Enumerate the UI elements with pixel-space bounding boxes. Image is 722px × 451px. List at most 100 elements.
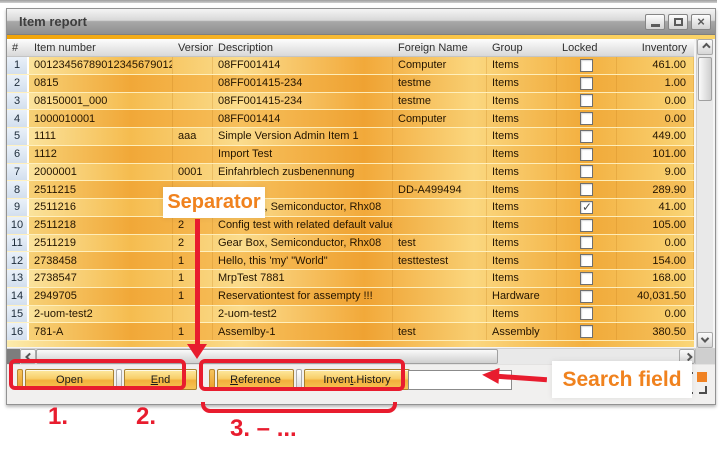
description-cell[interactable]: Import Test [213, 146, 393, 163]
item-number-cell[interactable]: 2511218 [29, 217, 173, 234]
inventory-cell[interactable]: 105.00 [617, 217, 694, 234]
row-number-cell[interactable]: 9 [7, 199, 29, 216]
row-number-cell[interactable]: 14 [7, 288, 29, 305]
foreign-name-cell[interactable]: testtestest [393, 252, 487, 269]
group-cell[interactable]: Items [487, 146, 557, 163]
table-row[interactable]: 15 2-uom-test2 2-uom-test2 Items 0.00 [7, 306, 694, 324]
inventory-cell[interactable]: 0.00 [617, 235, 694, 252]
description-cell[interactable]: 08FF001414 [213, 110, 393, 127]
vertical-scroll-thumb[interactable] [698, 57, 712, 101]
row-number-cell[interactable]: 11 [7, 235, 29, 252]
table-row[interactable]: 4 1000010001 08FF001414 Computer Items 0… [7, 110, 694, 128]
col-header-description[interactable]: Description [213, 39, 393, 56]
row-number-cell[interactable]: 5 [7, 128, 29, 145]
group-cell[interactable]: Items [487, 164, 557, 181]
locked-checkbox[interactable] [580, 290, 593, 303]
row-number-cell[interactable]: 3 [7, 93, 29, 110]
group-cell[interactable]: Items [487, 270, 557, 287]
group-cell[interactable]: Items [487, 75, 557, 92]
version-cell[interactable]: 2 [173, 217, 213, 234]
inventory-cell[interactable]: 101.00 [617, 146, 694, 163]
group-cell[interactable]: Items [487, 181, 557, 198]
description-cell[interactable]: 08FF001415-234 [213, 93, 393, 110]
foreign-name-cell[interactable]: testme [393, 75, 487, 92]
locked-checkbox[interactable] [580, 112, 593, 125]
description-cell[interactable]: Config test with related default values [213, 217, 393, 234]
col-header-version[interactable]: Version [173, 39, 213, 56]
foreign-name-cell[interactable] [393, 128, 487, 145]
row-number-cell[interactable]: 6 [7, 146, 29, 163]
table-row[interactable]: 11 2511219 2 Gear Box, Semiconductor, Rh… [7, 235, 694, 253]
foreign-name-cell[interactable] [393, 146, 487, 163]
item-number-cell[interactable]: 2511215 [29, 181, 173, 198]
locked-checkbox[interactable] [580, 130, 593, 143]
inventory-cell[interactable]: 0.00 [617, 306, 694, 323]
locked-checkbox[interactable] [580, 165, 593, 178]
col-header-inventory[interactable]: Inventory [617, 39, 694, 56]
locked-checkbox[interactable] [580, 183, 593, 196]
item-number-cell[interactable]: 781-A [29, 323, 173, 340]
minimize-button[interactable] [645, 14, 665, 30]
description-cell[interactable]: Simple Version Admin Item 1 [213, 128, 393, 145]
item-number-cell[interactable]: 1000010001 [29, 110, 173, 127]
item-number-cell[interactable]: 2511219 [29, 235, 173, 252]
foreign-name-cell[interactable]: DD-A499494 [393, 181, 487, 198]
col-header-index[interactable]: # [7, 39, 29, 56]
row-number-cell[interactable]: 10 [7, 217, 29, 234]
group-cell[interactable]: Items [487, 110, 557, 127]
table-row[interactable]: 5 1111 aaa Simple Version Admin Item 1 I… [7, 128, 694, 146]
locked-checkbox[interactable] [580, 77, 593, 90]
col-header-foreign-name[interactable]: Foreign Name [393, 39, 487, 56]
row-number-cell[interactable]: 12 [7, 252, 29, 269]
description-cell[interactable]: 08FF001415-234 [213, 75, 393, 92]
item-number-cell[interactable]: 2511216 [29, 199, 173, 216]
group-cell[interactable]: Items [487, 306, 557, 323]
row-number-cell[interactable]: 2 [7, 75, 29, 92]
foreign-name-cell[interactable] [393, 306, 487, 323]
locked-checkbox[interactable] [580, 307, 593, 320]
row-number-cell[interactable]: 1 [7, 57, 29, 74]
locked-checkbox[interactable] [580, 236, 593, 249]
locked-checkbox[interactable] [580, 254, 593, 267]
group-cell[interactable]: Items [487, 217, 557, 234]
col-header-locked[interactable]: Locked [557, 39, 617, 56]
row-number-cell[interactable]: 16 [7, 323, 29, 340]
inventory-cell[interactable]: 168.00 [617, 270, 694, 287]
item-number-cell[interactable]: 08150001_000 [29, 93, 173, 110]
close-button[interactable]: × [691, 14, 711, 30]
description-cell[interactable]: Reservationtest for assempty !!! [213, 288, 393, 305]
table-row[interactable]: 16 781-A 1 Assemlby-1 test Assembly 380.… [7, 323, 694, 341]
foreign-name-cell[interactable]: Computer [393, 110, 487, 127]
row-number-cell[interactable]: 4 [7, 110, 29, 127]
col-header-item-number[interactable]: Item number [29, 39, 173, 56]
row-number-cell[interactable]: 7 [7, 164, 29, 181]
item-number-cell[interactable]: 2738547 [29, 270, 173, 287]
description-cell[interactable]: Assemlby-1 [213, 323, 393, 340]
item-number-cell[interactable]: 2-uom-test2 [29, 306, 173, 323]
foreign-name-cell[interactable] [393, 199, 487, 216]
group-cell[interactable]: Items [487, 252, 557, 269]
version-cell[interactable]: 1 [173, 252, 213, 269]
item-number-cell[interactable]: 2738458 [29, 252, 173, 269]
foreign-name-cell[interactable]: test [393, 235, 487, 252]
locked-checkbox[interactable] [580, 94, 593, 107]
scroll-up-button[interactable] [697, 39, 713, 55]
description-cell[interactable]: MrpTest 7881 [213, 270, 393, 287]
version-cell[interactable]: 2 [173, 235, 213, 252]
group-cell[interactable]: Hardware [487, 288, 557, 305]
inventory-cell[interactable]: 41.00 [617, 199, 694, 216]
col-header-group[interactable]: Group [487, 39, 557, 56]
inventory-cell[interactable]: 0.00 [617, 93, 694, 110]
foreign-name-cell[interactable] [393, 270, 487, 287]
foreign-name-cell[interactable] [393, 217, 487, 234]
inventory-cell[interactable]: 9.00 [617, 164, 694, 181]
table-row[interactable]: 2 0815 08FF001415-234 testme Items 1.00 [7, 75, 694, 93]
foreign-name-cell[interactable] [393, 164, 487, 181]
item-number-cell[interactable]: 2949705 [29, 288, 173, 305]
locked-checkbox[interactable] [580, 219, 593, 232]
group-cell[interactable]: Items [487, 57, 557, 74]
table-row[interactable]: 8 2511215 DD-A499494 Items 289.90 [7, 181, 694, 199]
row-number-cell[interactable]: 13 [7, 270, 29, 287]
version-cell[interactable] [173, 75, 213, 92]
description-cell[interactable]: Gear Box, Semiconductor, Rhx08 [213, 235, 393, 252]
